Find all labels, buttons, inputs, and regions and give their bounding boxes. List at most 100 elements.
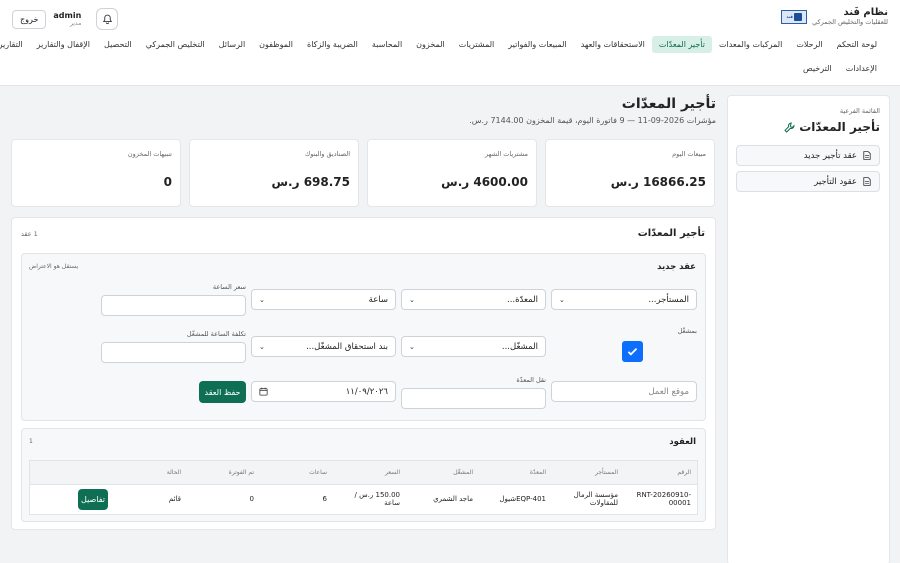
chevron-down-icon: ⌄ (409, 342, 415, 351)
user-role: مدير (69, 20, 82, 27)
sidebar-title: تأجير المعدّات (784, 120, 880, 134)
nav-employees[interactable]: الموظفون (252, 36, 300, 53)
cell-billed: 0 (249, 495, 254, 504)
cell-operator: ماجد الشمري (433, 495, 473, 504)
calendar-icon (259, 387, 268, 396)
nav-dashboard[interactable]: لوحة التحكم (830, 36, 884, 53)
brand[interactable]: نظام فَند للعقليات والتخليص الجمركي فَند (781, 7, 888, 26)
stat-card-purchases: مشتريات الشهر 4600.00 ر.س (367, 139, 537, 207)
col-status: الحالة (114, 461, 187, 485)
nav-license[interactable]: الترخيص (796, 60, 839, 77)
nav-purchases[interactable]: المشتريات (452, 36, 501, 53)
cell-equipment: EQP-401شيول (499, 495, 546, 504)
chevron-down-icon: ⌄ (409, 295, 415, 304)
cell-status: قائم (168, 495, 181, 504)
chevron-down-icon: ⌄ (259, 342, 265, 351)
col-number: الرقم (624, 461, 697, 485)
nav-collection[interactable]: التحصيل (97, 36, 139, 53)
details-button[interactable]: تفاصيل (78, 488, 108, 510)
cell-number: RNT-20260910-00001 (636, 491, 691, 508)
subcontract-label: بمشغّل (677, 327, 697, 335)
stat-value: 698.75 ر.س (271, 175, 350, 189)
operator-cost-input[interactable] (101, 342, 246, 363)
col-renter: المستأجر (552, 461, 624, 485)
contracts-table: الرقم المستأجر المعدّة المشغّل السعر ساع… (29, 460, 698, 515)
stat-label: تنبيهات المخزون (127, 150, 172, 158)
stat-value: 0 (163, 175, 172, 189)
transport-label: نقل المعدّة (516, 376, 546, 384)
sidebar-item-label: عقد تأجير جديد (803, 150, 857, 161)
page-header: تأجير المعدّات مؤشرات 2026-09-11 — 9 فات… (469, 96, 716, 125)
cell-price: 150.00 ر.س / ساعة (354, 491, 400, 508)
operator-select[interactable]: المشغّل... ⌄ (401, 336, 546, 357)
user-name: admin (53, 11, 82, 20)
nav-equipment-rental[interactable]: تأجير المعدّات (651, 36, 712, 53)
renter-select[interactable]: المستأجر... ⌄ (551, 289, 697, 310)
cell-renter: مؤسسة الرمال للمقاولات (573, 491, 618, 508)
sub-sidebar: القائمة الفرعية تأجير المعدّات عقد تأجير… (727, 95, 890, 563)
nav-tax[interactable]: الضريبة والزكاة (300, 36, 365, 53)
nav-reports[interactable]: التقارير (0, 36, 30, 53)
page-subtitle: مؤشرات 2026-09-11 — 9 فاتورة اليوم، قيمة… (469, 116, 716, 125)
nav-vehicles[interactable]: المركبات والمعدات (712, 36, 789, 53)
check-icon (627, 348, 638, 356)
nav-messages[interactable]: الرسائل (212, 36, 253, 53)
sidebar-item-contracts[interactable]: عقود التأجير (736, 171, 880, 192)
operator-cost-label: تكلفة الساعة للمشغّل (186, 330, 246, 338)
col-operator: المشغّل (406, 461, 479, 485)
rate-label: سعر الساعة (212, 283, 246, 291)
col-billed: تم الفوترة (187, 461, 260, 485)
stat-card-cash: الصناديق والبنوك 698.75 ر.س (189, 139, 359, 207)
stat-value: 4600.00 ر.س (441, 175, 528, 189)
nav-settings[interactable]: الإعدادات (839, 60, 884, 77)
cell-actions: تفاصيل (30, 484, 114, 514)
nav-customs[interactable]: التخليص الجمركي (139, 36, 212, 53)
nav-closing[interactable]: الإقفال والتقارير (30, 36, 97, 53)
form-note: يستقل هو الاعتراض (29, 263, 79, 270)
cell-hours: 6 (322, 495, 327, 504)
rate-input[interactable] (101, 295, 246, 316)
contracts-section: العقود 1 الرقم المستأجر المعدّة المشغّل … (21, 428, 706, 522)
stat-label: مشتريات الشهر (485, 150, 528, 158)
contracts-count: 1 (29, 438, 33, 445)
nav-sales[interactable]: المبيعات والفواتير (501, 36, 573, 53)
page-title: تأجير المعدّات (621, 96, 716, 112)
sidebar-label: القائمة الفرعية (839, 107, 880, 115)
main-nav: لوحة التحكم الرحلات المركبات والمعدات تأ… (0, 36, 884, 53)
nav-trips[interactable]: الرحلات (789, 36, 829, 53)
panel-title: تأجير المعدّات (637, 228, 705, 239)
table-header-row: الرقم المستأجر المعدّة المشغّل السعر ساع… (30, 461, 697, 485)
col-price: السعر (333, 461, 406, 485)
operator-item-select[interactable]: بند استحقاق المشغّل... ⌄ (251, 336, 396, 357)
document-icon (863, 151, 871, 160)
chevron-down-icon: ⌄ (259, 295, 265, 304)
save-contract-button[interactable]: حفظ العقد (199, 381, 246, 403)
new-contract-form: عقد جديد يستقل هو الاعتراض المستأجر... ⌄ … (21, 253, 706, 421)
subcontract-checkbox[interactable] (622, 341, 643, 362)
brand-title: نظام فَند (843, 7, 888, 18)
stat-card-inventory-alerts: تنبيهات المخزون 0 (11, 139, 181, 207)
nav-entitlements[interactable]: الاستحقاقات والعهد (574, 36, 652, 53)
sidebar-item-new-contract[interactable]: عقد تأجير جديد (736, 145, 880, 166)
user-area: خروج admin مدير (12, 8, 119, 30)
bell-icon[interactable] (96, 8, 119, 30)
form-title: عقد جديد (657, 262, 696, 272)
date-input[interactable]: ١١/٠٩/٢٠٢٦ (251, 381, 396, 402)
stat-card-sales: مبيعات اليوم 16866.25 ر.س (545, 139, 715, 207)
brand-logo-icon: فَند (781, 9, 808, 24)
col-equipment: المعدّة (479, 461, 552, 485)
col-actions (30, 461, 114, 485)
work-site-input[interactable]: موقع العمل (551, 381, 697, 402)
brand-subtitle: للعقليات والتخليص الجمركي (812, 18, 888, 26)
panel-count: 1 عقد (21, 230, 38, 238)
transport-input[interactable] (401, 388, 546, 409)
col-hours: ساعات (260, 461, 333, 485)
nav-accounting[interactable]: المحاسبة (365, 36, 409, 53)
logout-button[interactable]: خروج (12, 9, 47, 29)
chevron-down-icon: ⌄ (559, 295, 565, 304)
rental-panel: تأجير المعدّات 1 عقد عقد جديد يستقل هو ا… (11, 217, 716, 530)
stat-value: 16866.25 ر.س (610, 175, 706, 189)
equipment-select[interactable]: المعدّة... ⌄ (401, 289, 546, 310)
rate-unit-select[interactable]: ساعة ⌄ (251, 289, 396, 310)
nav-inventory[interactable]: المخزون (409, 36, 452, 53)
